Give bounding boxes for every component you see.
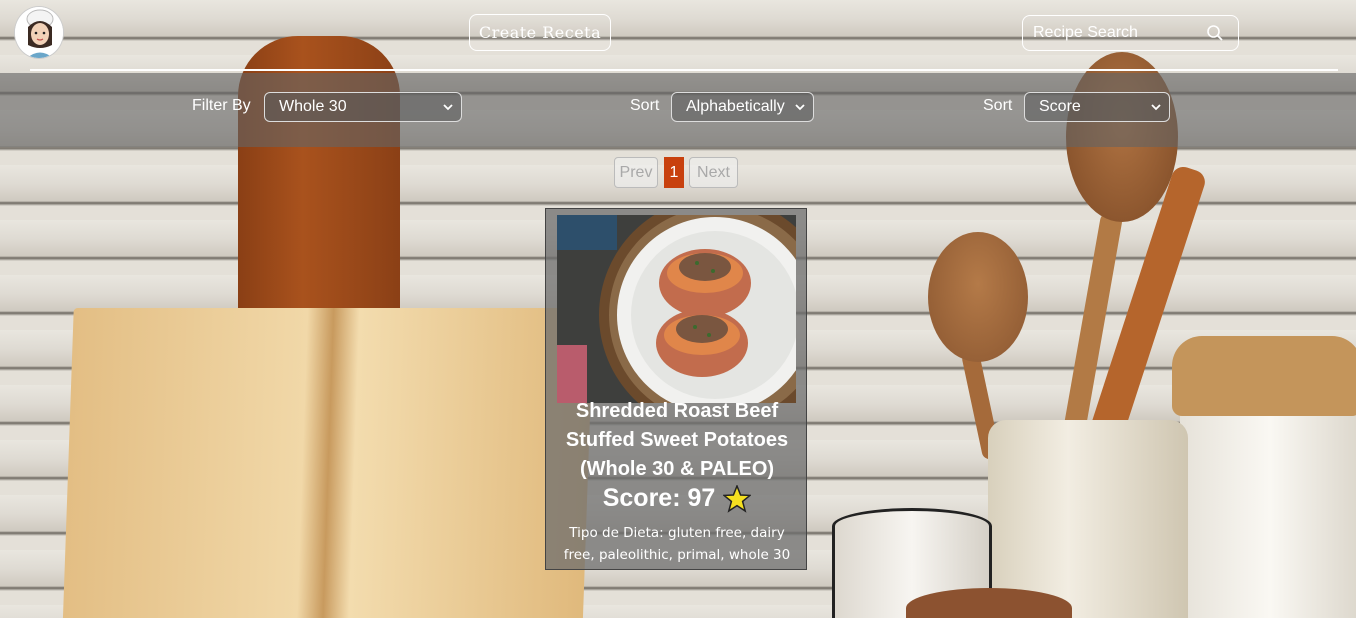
filter-by-label: Filter By: [192, 97, 251, 114]
star-icon: [723, 484, 752, 513]
jar-decoration: [1180, 340, 1356, 618]
recipe-image[interactable]: [557, 215, 796, 403]
spatula-decoration: [1086, 163, 1208, 451]
crock-decoration: [988, 420, 1188, 618]
diet-types-text: Tipo de Dieta: gluten free, dairy free, …: [563, 525, 791, 563]
search-icon[interactable]: [1206, 24, 1224, 42]
jar-lid-decoration: [1172, 336, 1356, 416]
next-page-button[interactable]: Next: [689, 157, 738, 188]
chevron-down-icon: [443, 104, 453, 111]
open-book-decoration: [62, 308, 594, 618]
alphabetical-sort-select[interactable]: Alphabetically: [671, 92, 814, 122]
recipe-score: Score: 97: [546, 484, 808, 513]
wooden-spoon-decoration: [928, 232, 1028, 362]
chevron-down-icon: [795, 104, 805, 111]
recipe-card[interactable]: Shredded Roast Beef Stuffed Sweet Potato…: [545, 208, 807, 570]
mug-decoration: [832, 508, 992, 618]
score-text: Score: 97: [602, 484, 716, 512]
recipe-title[interactable]: Shredded Roast Beef Stuffed Sweet Potato…: [546, 397, 808, 484]
spoon-handle-decoration: [960, 349, 1002, 461]
alphabetical-sort-value: Alphabetically: [686, 98, 785, 115]
sort-label: Sort: [630, 97, 660, 114]
chef-avatar-icon: [15, 7, 63, 58]
create-recipe-button[interactable]: Create Receta: [469, 14, 611, 51]
diet-filter-value: Whole 30: [279, 98, 347, 115]
sort-label: Sort: [983, 97, 1013, 114]
score-sort-select[interactable]: Score: [1024, 92, 1170, 122]
diet-filter-select[interactable]: Whole 30: [264, 92, 462, 122]
spoon-handle-decoration: [1058, 209, 1124, 461]
bowl-decoration: [906, 588, 1072, 618]
chevron-down-icon: [1151, 104, 1161, 111]
page-1-button[interactable]: 1: [664, 157, 684, 188]
search-input[interactable]: [1033, 24, 1203, 42]
chef-logo[interactable]: [14, 6, 64, 59]
recipe-search-box[interactable]: [1022, 15, 1239, 51]
prev-page-button[interactable]: Prev: [614, 157, 658, 188]
header-divider: [30, 69, 1338, 71]
score-sort-value: Score: [1039, 98, 1081, 115]
